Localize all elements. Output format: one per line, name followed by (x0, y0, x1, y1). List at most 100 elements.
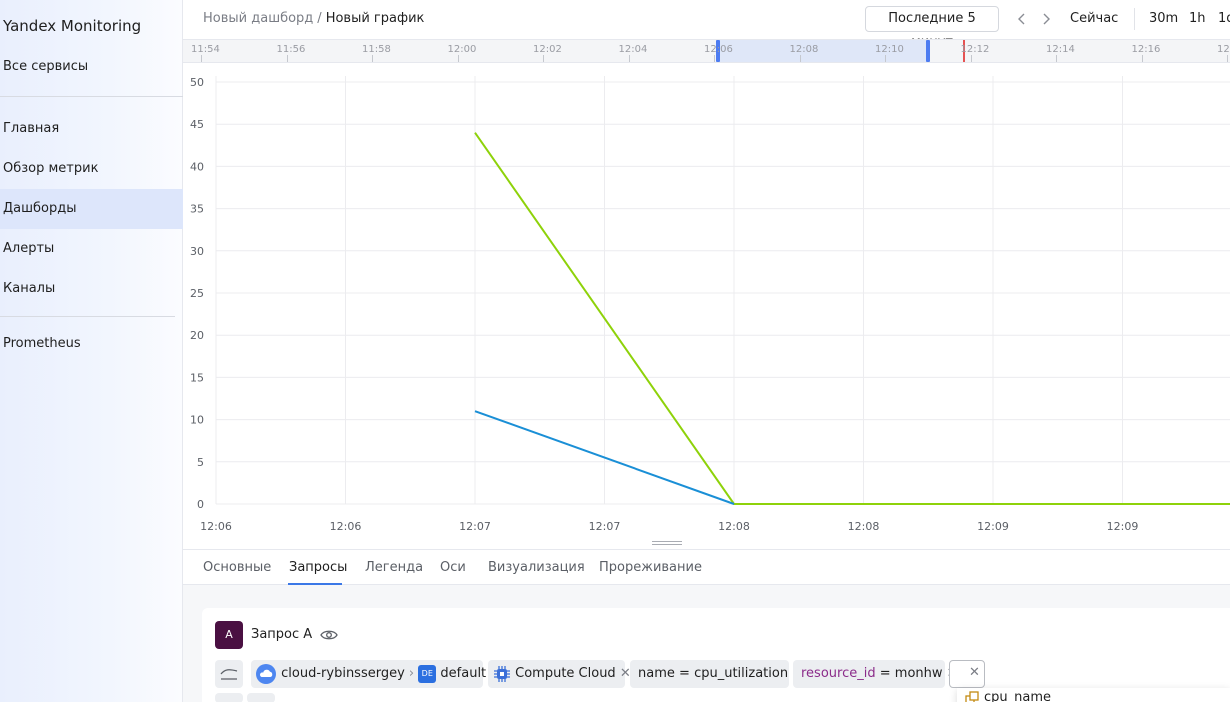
timeline-label: 12:04 (618, 44, 648, 55)
service-chip[interactable]: Compute Cloud ✕ (488, 660, 631, 688)
filter-operator: = (879, 666, 891, 681)
x-tick-label: 12:08 (718, 520, 750, 533)
filter-key: resource_id (801, 666, 876, 681)
cloud-name: cloud-rybinssergey (281, 666, 405, 681)
filter-chip-resource-id[interactable]: resource_id = monhw ✕ (793, 660, 958, 688)
chevron-left-icon[interactable] (1015, 9, 1029, 29)
timeline-label: 12:18 (1217, 44, 1230, 55)
timeline-label: 12:16 (1131, 44, 1161, 55)
timeline-tick (1141, 55, 1143, 62)
x-tick-label: 12:08 (848, 520, 880, 533)
timeline-tick (457, 55, 459, 62)
chevron-right-icon[interactable] (1039, 9, 1053, 29)
x-tick-label: 12:09 (977, 520, 1009, 533)
y-tick-label: 25 (190, 287, 204, 300)
app-root: Yandex Monitoring Все сервисы Главная Об… (0, 0, 1230, 702)
label-icon (965, 691, 979, 702)
close-icon[interactable]: ✕ (969, 665, 980, 680)
timeline-tick (714, 55, 715, 62)
cpu-icon (494, 665, 510, 682)
x-tick-label: 12:06 (330, 520, 362, 533)
add-button[interactable] (247, 693, 275, 702)
y-tick-label: 50 (190, 76, 204, 89)
tab-visualization[interactable]: Визуализация (488, 560, 585, 575)
timeline-tick (286, 55, 288, 62)
filter-value: monhw (894, 666, 943, 681)
header-divider (1134, 8, 1135, 30)
x-tick-label: 12:09 (1107, 520, 1139, 533)
y-tick-label: 45 (190, 118, 204, 131)
timeline-tick (543, 55, 544, 62)
sidebar: Yandex Monitoring Все сервисы Главная Об… (0, 0, 183, 702)
preset-30m-button[interactable]: 30m (1149, 11, 1178, 26)
app-title[interactable]: Yandex Monitoring (3, 17, 141, 35)
function-button[interactable] (215, 693, 243, 702)
y-tick-label: 0 (197, 498, 204, 511)
suggestion-item[interactable]: cpu_name (984, 690, 1051, 702)
sidebar-item-alerts[interactable]: Алерты (0, 229, 183, 269)
breadcrumb-separator: / (317, 11, 322, 26)
folder-name: default (440, 666, 487, 681)
timeline-label: 12:08 (789, 44, 819, 55)
tab-general[interactable]: Основные (203, 560, 271, 575)
cloud-folder-chip[interactable]: cloud-rybinssergey › DE default (251, 660, 487, 688)
breadcrumb-current: Новый график (325, 11, 425, 26)
timeline-label: 11:54 (191, 44, 220, 55)
metric-mode-button[interactable] (215, 660, 243, 688)
header: Новый дашборд /Новый график Последние 5 м… (183, 0, 1230, 50)
timeline-tick (628, 55, 630, 62)
timeline-strip[interactable]: 11:54 11:56 11:58 12:00 12:02 12:04 12:06 12:08… (183, 39, 1230, 63)
filter-chip-name[interactable]: name = cpu_utilization ✕ (630, 660, 803, 688)
y-tick-label: 20 (190, 329, 204, 342)
service-name: Compute Cloud (515, 666, 616, 681)
timeline-label: 12:02 (533, 44, 562, 55)
preset-1h-button[interactable]: 1h (1189, 11, 1206, 26)
timeline-label: 12:10 (875, 44, 904, 55)
y-tick-label: 35 (190, 203, 204, 216)
timeline-label: 11:56 (276, 44, 306, 55)
y-tick-label: 40 (190, 160, 204, 173)
filter-value: cpu_utilization (694, 666, 789, 681)
time-range-button[interactable]: Последние 5 минут (865, 6, 999, 50)
sidebar-divider (0, 316, 175, 317)
sidebar-item-dashboards[interactable]: Дашборды (0, 189, 183, 229)
timeline-label: 12:14 (1046, 44, 1075, 55)
tab-downsampling[interactable]: Прореживание (599, 560, 702, 575)
tab-legend[interactable]: Легенда (365, 560, 423, 575)
query-badge: A (215, 621, 243, 649)
breadcrumb-parent[interactable]: Новый дашборд (203, 11, 313, 26)
chart-line-icon (220, 669, 238, 680)
x-tick-label: 12:07 (459, 520, 491, 533)
new-filter-input[interactable]: ✕ (949, 660, 985, 688)
resize-handle[interactable] (652, 541, 682, 546)
folder-badge: DE (418, 664, 437, 683)
series-line-1[interactable] (474, 132, 1230, 505)
sidebar-item-metrics[interactable]: Обзор метрик (0, 149, 183, 189)
sidebar-item-channels[interactable]: Каналы (0, 269, 183, 309)
now-button[interactable]: Сейчас (1070, 11, 1118, 26)
filter-operator: = (679, 666, 690, 681)
chart-area[interactable]: 0 5 10 15 20 25 30 35 40 45 50 12:06 12:06 12:07 12:07… (183, 64, 1230, 544)
preset-1d-button[interactable]: 1d (1218, 11, 1230, 26)
all-services-link[interactable]: Все сервисы (3, 59, 88, 74)
x-tick-label: 12:07 (589, 520, 621, 533)
suggestion-dropdown[interactable]: cpu_name (957, 688, 1230, 702)
timeline-tick (201, 55, 202, 62)
query-title[interactable]: Запрос A (251, 627, 312, 642)
sidebar-item-home[interactable]: Главная (0, 109, 183, 149)
eye-icon[interactable] (320, 627, 338, 647)
timeline-label: 12:06 (704, 44, 733, 55)
timeline-label: 12:12 (960, 44, 990, 55)
filter-key: name (638, 666, 675, 681)
editor-tabs: Основные Запросы Легенда Оси Визуализаци… (183, 549, 1230, 585)
tab-queries[interactable]: Запросы (289, 560, 347, 575)
cloud-icon (256, 663, 276, 684)
timeline-label: 12:00 (447, 44, 477, 55)
timeline-tick (799, 55, 801, 62)
sidebar-item-prometheus[interactable]: Prometheus (0, 324, 183, 364)
tab-axes[interactable]: Оси (440, 560, 466, 575)
breadcrumb: Новый дашборд / Новый график (203, 11, 424, 26)
timeline-handle-right[interactable] (926, 40, 930, 62)
x-tick-label: 12:06 (200, 520, 232, 533)
timeline-tick (1056, 55, 1057, 62)
